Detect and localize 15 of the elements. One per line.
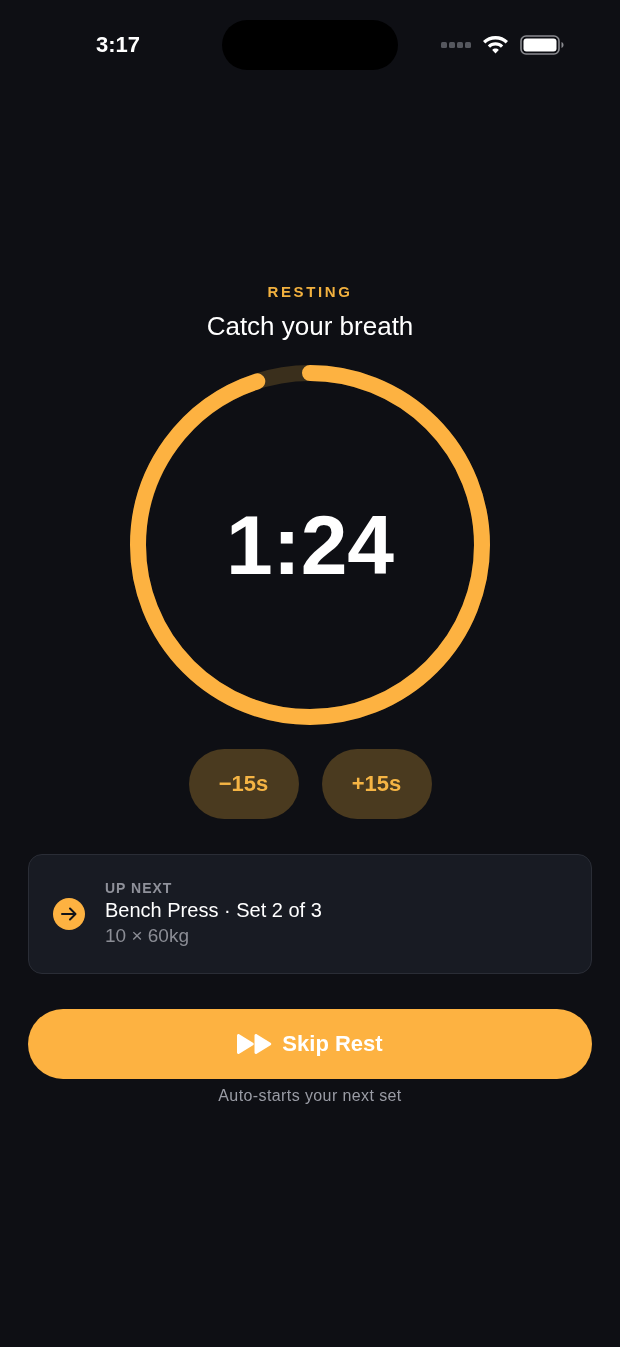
fast-forward-icon [237, 1034, 273, 1054]
skip-caption: Auto-starts your next set [218, 1086, 402, 1106]
next-exercise-detail: 10 × 60kg [105, 924, 190, 948]
wifi-icon [482, 36, 508, 54]
next-exercise-title: Bench Press · Set 2 of 3 [105, 898, 322, 923]
screen-title: Catch your breath [206, 310, 414, 342]
status-label: RESTING [267, 283, 353, 301]
arrow-right-icon [53, 898, 85, 930]
adjust-time-button[interactable]: +15s [321, 749, 432, 819]
countdown-time: 1:24 [225, 500, 395, 590]
signal-icon [440, 42, 471, 48]
up-next-label: UP NEXT [105, 879, 174, 897]
adjust-time-button[interactable]: −15s [188, 749, 299, 819]
status-time: 3:17 [94, 32, 140, 58]
battery-icon [519, 35, 564, 55]
